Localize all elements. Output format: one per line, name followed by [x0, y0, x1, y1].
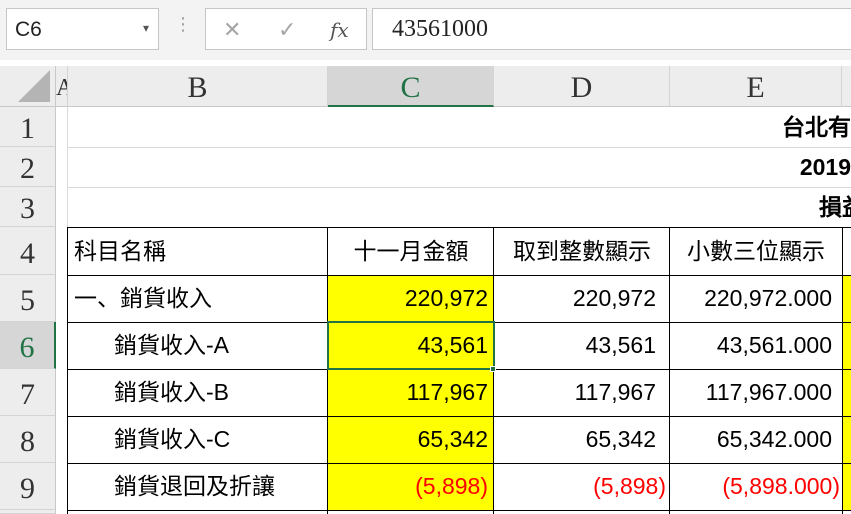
- november-amount-cell[interactable]: (5,898): [328, 463, 494, 510]
- fill-handle[interactable]: [490, 366, 496, 372]
- integer-display-cell[interactable]: 220,972: [494, 275, 670, 322]
- decimal-display-cell[interactable]: (5,898.000): [670, 463, 842, 510]
- column-header-a[interactable]: A: [56, 66, 68, 107]
- account-name-cell[interactable]: 一、銷貨收入: [68, 275, 328, 322]
- november-amount-cell[interactable]: 117,967: [328, 369, 494, 416]
- row-header-10[interactable]: [0, 510, 56, 514]
- formula-value: 43561000: [392, 16, 488, 42]
- header-three-decimal-display[interactable]: 小數三位顯示: [670, 227, 842, 275]
- column-header-b[interactable]: B: [68, 66, 328, 107]
- account-name-cell[interactable]: 銷貨收入-C: [68, 416, 328, 463]
- insert-function-icon[interactable]: fx: [330, 18, 349, 42]
- enter-icon[interactable]: ✓: [278, 17, 296, 43]
- title-year[interactable]: 2019: [68, 147, 851, 187]
- title-company[interactable]: 台北有: [68, 107, 851, 147]
- decimal-display-cell[interactable]: 43,561.000: [670, 322, 842, 369]
- name-box[interactable]: C6 ▾: [6, 8, 159, 50]
- column-header-e[interactable]: E: [670, 66, 842, 107]
- header-integer-display[interactable]: 取到整數顯示: [494, 227, 670, 275]
- header-november-amount[interactable]: 十一月金額: [328, 227, 494, 275]
- header-account-name[interactable]: 科目名稱: [68, 227, 328, 275]
- row-header-4[interactable]: 4: [0, 227, 56, 275]
- column-header-c[interactable]: C: [328, 66, 494, 107]
- column-header-d[interactable]: D: [494, 66, 670, 107]
- row-header-9[interactable]: 9: [0, 463, 56, 510]
- november-amount-cell[interactable]: 220,972: [328, 275, 494, 322]
- name-box-value: C6: [15, 18, 42, 41]
- select-all-button[interactable]: [0, 66, 56, 107]
- row-header-6[interactable]: 6: [0, 322, 56, 369]
- account-name-cell[interactable]: 銷貨收入-A: [68, 322, 328, 369]
- cancel-icon[interactable]: ✕: [223, 17, 241, 43]
- formula-buttons: ✕ ✓ fx: [205, 8, 367, 50]
- decimal-display-cell[interactable]: 65,342.000: [670, 416, 842, 463]
- integer-display-cell[interactable]: 43,561: [494, 322, 670, 369]
- column-header-f[interactable]: [842, 66, 851, 107]
- formula-bar: C6 ▾ ⋮ ✕ ✓ fx 43561000: [0, 0, 851, 60]
- integer-display-cell[interactable]: (5,898): [494, 463, 670, 510]
- more-options-icon[interactable]: ⋮: [174, 14, 192, 35]
- decimal-display-cell[interactable]: 220,972.000: [670, 275, 842, 322]
- title-statement-text: 損益: [819, 194, 851, 220]
- integer-display-cell[interactable]: 117,967: [494, 369, 670, 416]
- integer-display-cell[interactable]: 65,342: [494, 416, 670, 463]
- row-header-3[interactable]: 3: [0, 187, 56, 227]
- row-header-7[interactable]: 7: [0, 369, 56, 416]
- row-header-2[interactable]: 2: [0, 147, 56, 187]
- chevron-down-icon[interactable]: ▾: [143, 21, 149, 35]
- november-amount-cell[interactable]: 65,342: [328, 416, 494, 463]
- decimal-display-cell[interactable]: 117,967.000: [670, 369, 842, 416]
- account-name-cell[interactable]: 銷貨退回及折讓: [68, 463, 328, 510]
- title-statement[interactable]: 損益: [68, 187, 851, 227]
- row-header-8[interactable]: 8: [0, 416, 56, 463]
- active-cell-selection: [327, 321, 495, 370]
- row-header-1[interactable]: 1: [0, 107, 56, 147]
- row-header-5[interactable]: 5: [0, 275, 56, 322]
- account-name-cell[interactable]: 銷貨收入-B: [68, 369, 328, 416]
- formula-input[interactable]: 43561000: [372, 8, 851, 50]
